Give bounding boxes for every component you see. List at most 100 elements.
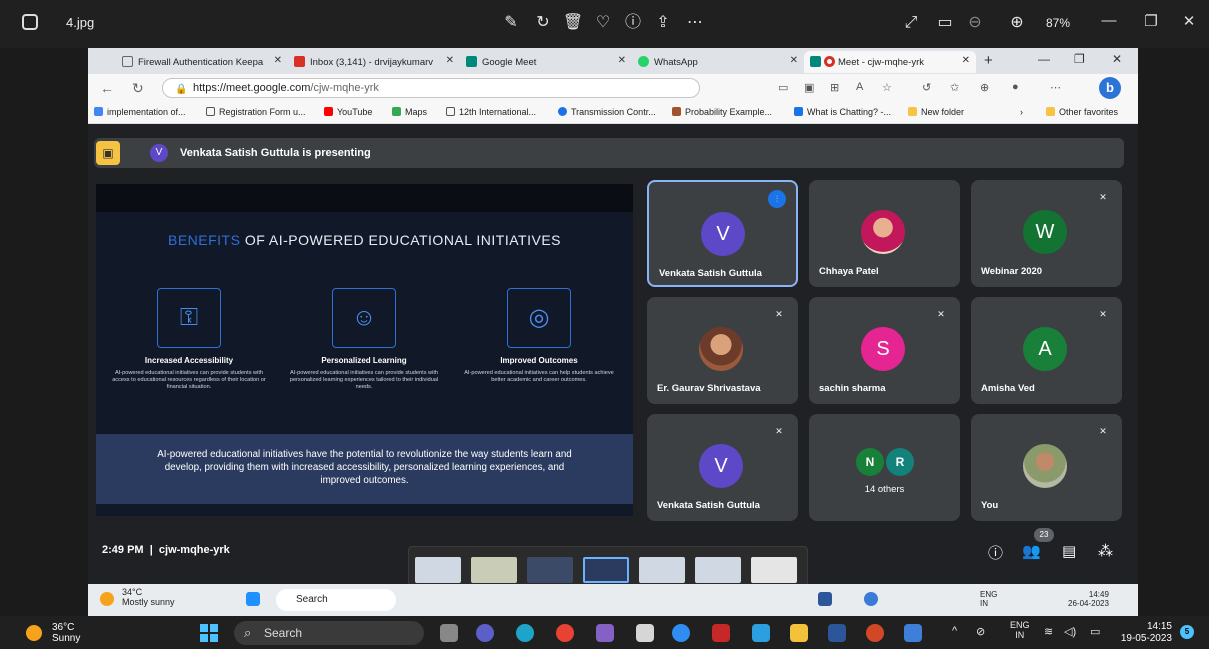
chevron-up-icon[interactable]: ^ [952,625,957,637]
windows-start-icon[interactable] [200,624,218,642]
task-view-icon[interactable] [440,624,458,642]
restore-icon[interactable]: ❐ [1074,52,1085,66]
window-thumbnail[interactable] [583,557,629,583]
bookmark-item[interactable]: implementation of... [94,107,186,117]
share-icon[interactable]: ⇪ [652,12,674,34]
app-icon[interactable] [672,624,690,642]
tab-whatsapp[interactable]: WhatsApp ✕ [632,51,804,73]
participant-tile[interactable]: Chhaya Patel [809,180,960,287]
window-thumbnail[interactable] [639,557,685,583]
info-icon[interactable]: ⓘ [988,542,1003,563]
bookmark-item[interactable]: Probability Example... [672,107,772,117]
favorite-icon[interactable]: ♡ [592,12,614,34]
word-icon[interactable] [828,624,846,642]
actual-size-icon[interactable]: ▭ [934,12,956,34]
tab-google-meet[interactable]: Google Meet ✕ [460,51,632,73]
close-icon[interactable]: ✕ [1112,52,1122,66]
bookmark-item[interactable]: Other favorites [1046,107,1118,117]
wifi-icon[interactable]: ≋ [1044,625,1053,638]
close-icon[interactable]: ✕ [1176,12,1202,30]
participant-tile[interactable]: ✕ S sachin sharma [809,297,960,404]
favorite-star-icon[interactable]: ☆ [882,81,892,94]
network-off-icon[interactable]: ⊘ [976,625,985,638]
close-icon[interactable]: ✕ [962,55,970,66]
bookmark-item[interactable]: Registration Form u... [206,107,306,117]
edge-icon[interactable] [516,624,534,642]
msg-app-icon[interactable] [752,624,770,642]
inner-search[interactable]: Search [276,589,396,611]
visual-studio-icon[interactable] [596,624,614,642]
bookmark-item[interactable]: Maps [392,107,427,117]
mcafee-icon[interactable] [712,624,730,642]
bookmark-item[interactable]: YouTube [324,107,372,117]
self-tile[interactable]: ✕ You [971,414,1122,521]
weather-widget[interactable]: 36°C Sunny [52,622,80,644]
favorites-icon[interactable]: ✩ [950,81,959,94]
bookmark-item[interactable]: What is Chatting? -... [794,107,891,117]
volume-icon[interactable]: ◁) [1064,625,1076,638]
url-field[interactable]: 🔒 https://meet.google.com/cjw-mqhe-yrk [162,78,700,98]
info-icon[interactable]: ⓘ [622,12,644,34]
notification-badge[interactable]: 5 [1180,625,1194,639]
zoom-in-icon[interactable]: ⊕ [1006,12,1028,34]
delete-icon[interactable]: 🗑 [562,12,584,34]
zoom-out-icon[interactable]: ⊖ [964,12,986,34]
window-thumbnail[interactable] [751,557,797,583]
language-indicator[interactable]: ENG IN [1010,620,1030,640]
camera-icon[interactable]: ▭ [778,81,788,94]
participant-tile[interactable]: ⫶ V Venkata Satish Guttula [647,180,798,287]
photos-icon[interactable] [904,624,922,642]
window-thumbnail[interactable] [415,557,461,583]
activities-icon[interactable]: ⁂ [1098,542,1113,560]
read-aloud-icon[interactable]: A [856,81,863,93]
reader-icon[interactable]: ▣ [804,81,814,94]
chevron-right-icon[interactable]: › [1020,107,1023,117]
close-icon[interactable]: ✕ [790,55,798,66]
expand-icon[interactable]: ⤢ [900,12,922,34]
collections-icon[interactable]: ⊕ [980,81,989,94]
chat-icon[interactable]: ▤ [1062,542,1076,560]
bookmark-item[interactable]: Transmission Contr... [558,107,656,117]
others-tile[interactable]: N R 14 others [809,414,960,521]
minimize-icon[interactable]: — [1038,52,1050,66]
teams-icon[interactable] [476,624,494,642]
bookmark-item[interactable]: New folder [908,107,964,117]
participant-tile[interactable]: ✕ A Amisha Ved [971,297,1122,404]
close-icon[interactable]: ✕ [274,55,282,66]
tab-meet-active[interactable]: Meet - cjw-mqhe-yrk ✕ [804,51,976,73]
tab-firewall[interactable]: Firewall Authentication Keepa ✕ [116,51,288,73]
chrome-icon[interactable] [556,624,574,642]
globe-icon[interactable] [864,592,878,606]
more-icon[interactable]: ⋯ [684,12,706,34]
windows-icon[interactable] [246,592,260,606]
bookmark-item[interactable]: 12th International... [446,107,536,117]
window-thumbnail[interactable] [471,557,517,583]
powerpoint-icon[interactable] [866,624,884,642]
new-tab-button[interactable]: + [984,52,993,69]
rotate-icon[interactable]: ↻ [532,12,554,34]
close-icon[interactable]: ✕ [446,55,454,66]
people-icon[interactable]: 👥 [1022,542,1041,560]
participant-tile[interactable]: ✕ Er. Gaurav Shrivastava [647,297,798,404]
participant-tile[interactable]: ✕ V Venkata Satish Guttula [647,414,798,521]
bing-icon[interactable]: b [1099,77,1121,99]
profile-icon[interactable]: ● [1012,81,1019,93]
present-icon[interactable]: ▣ [96,141,120,165]
word-icon[interactable] [818,592,832,606]
more-icon[interactable]: ⋯ [1050,81,1061,94]
battery-icon[interactable]: ▭ [1090,625,1100,638]
taskbar-clock[interactable]: 14:15 19-05-2023 [1118,621,1172,645]
window-thumbnail[interactable] [695,557,741,583]
app-icon[interactable]: ⊞ [830,81,839,94]
file-explorer-icon[interactable] [790,624,808,642]
tab-inbox[interactable]: Inbox (3,141) - drvijaykumarv ✕ [288,51,460,73]
edit-icon[interactable]: ✎ [500,12,522,34]
window-thumbnail[interactable] [527,557,573,583]
refresh-icon[interactable]: ↻ [132,80,144,97]
refresh-ext-icon[interactable]: ↺ [922,81,931,94]
minimize-icon[interactable]: — [1096,12,1122,29]
close-icon[interactable]: ✕ [618,55,626,66]
taskbar-search[interactable]: ⌕ Search [234,621,424,645]
restore-icon[interactable]: ❐ [1138,12,1164,30]
calculator-icon[interactable] [636,624,654,642]
